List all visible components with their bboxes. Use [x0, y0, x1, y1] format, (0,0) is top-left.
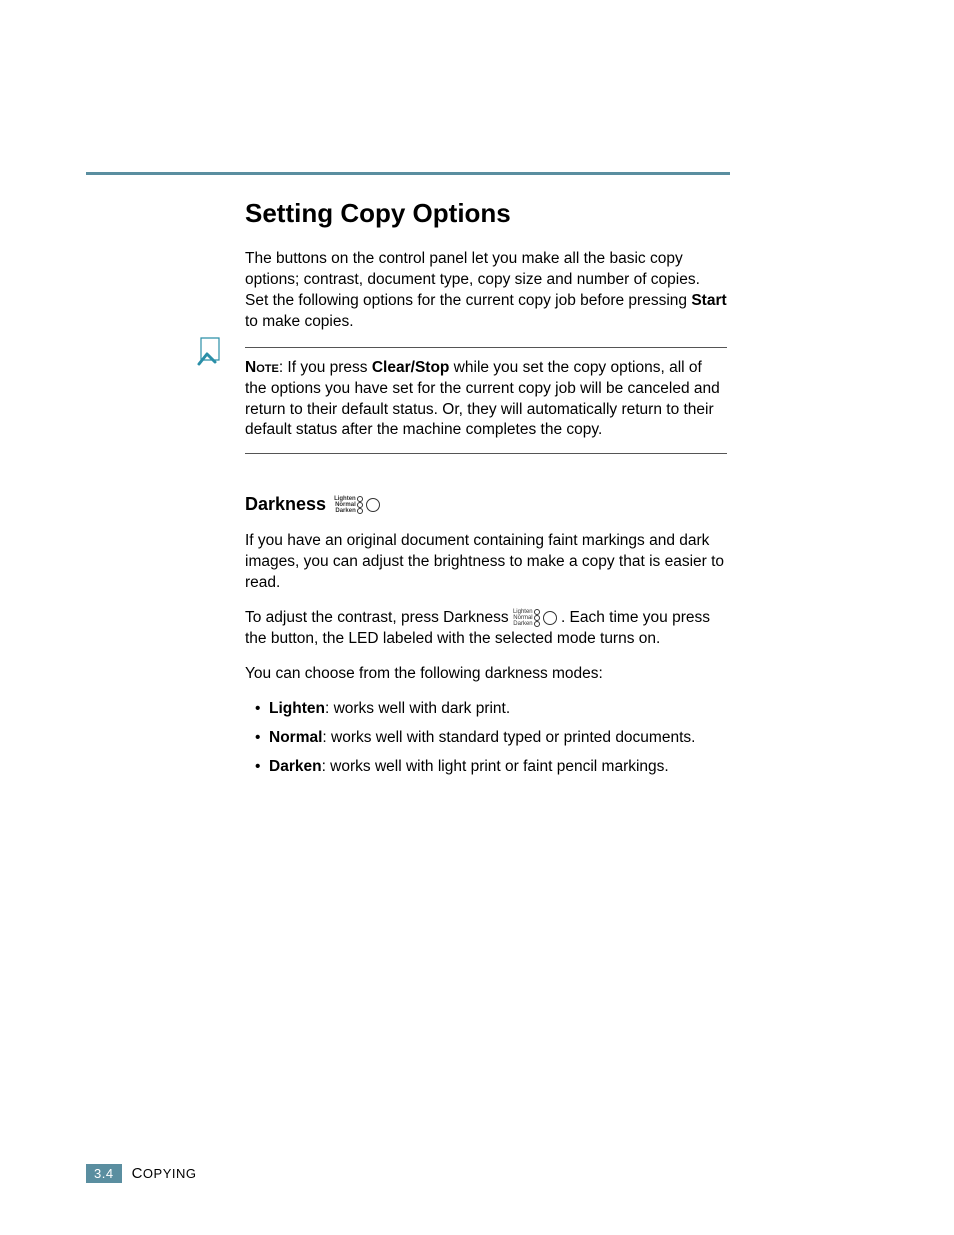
page-footer: 3.4 COPYING — [86, 1164, 197, 1183]
darkness-icon-darken: Darken — [335, 508, 355, 514]
darkness-heading: Darkness Lighten Normal Darken — [245, 494, 727, 515]
section-name-rest: OPYING — [143, 1166, 197, 1181]
top-rule — [86, 172, 730, 175]
list-item: Lighten: works well with dark print. — [255, 699, 727, 720]
darkness-p2-pre: To adjust the contrast, press Darkness — [245, 609, 513, 626]
darkness-p2: To adjust the contrast, press Darkness L… — [245, 608, 727, 650]
note-pre: : If you press — [279, 359, 372, 376]
darkness-button-icon: Lighten Normal Darken — [334, 496, 380, 514]
note-icon — [195, 334, 231, 370]
darkness-icon-labels: Lighten Normal Darken — [334, 496, 363, 514]
note-label: Note — [245, 359, 279, 376]
mode-desc: : works well with light print or faint p… — [322, 758, 669, 775]
note-box: Note: If you press Clear/Stop while you … — [245, 347, 727, 455]
intro-paragraph: The buttons on the control panel let you… — [245, 249, 727, 333]
mode-name: Darken — [269, 758, 322, 775]
page: Setting Copy Options The buttons on the … — [0, 0, 954, 1235]
note-clearstop-bold: Clear/Stop — [372, 359, 450, 376]
darkness-p1: If you have an original document contain… — [245, 531, 727, 594]
intro-start-bold: Start — [691, 292, 726, 309]
intro-text-post: to make copies. — [245, 313, 354, 330]
darkness-p3: You can choose from the following darkne… — [245, 664, 727, 685]
list-item: Darken: works well with light print or f… — [255, 757, 727, 778]
page-number: 3.4 — [86, 1164, 122, 1183]
mode-desc: : works well with standard typed or prin… — [322, 729, 695, 746]
section-name: COPYING — [132, 1165, 197, 1182]
darkness-button-icon-inline: Lighten Normal Darken — [513, 609, 557, 627]
darkness-heading-text: Darkness — [245, 494, 326, 515]
intro-text-pre: The buttons on the control panel let you… — [245, 250, 700, 309]
mode-name: Normal — [269, 729, 322, 746]
mode-desc: : works well with dark print. — [325, 700, 510, 717]
content-column: Setting Copy Options The buttons on the … — [245, 188, 727, 786]
darkness-modes-list: Lighten: works well with dark print. Nor… — [245, 699, 727, 778]
list-item: Normal: works well with standard typed o… — [255, 728, 727, 749]
mode-name: Lighten — [269, 700, 325, 717]
section-name-first: C — [132, 1165, 143, 1182]
page-title: Setting Copy Options — [245, 198, 727, 229]
